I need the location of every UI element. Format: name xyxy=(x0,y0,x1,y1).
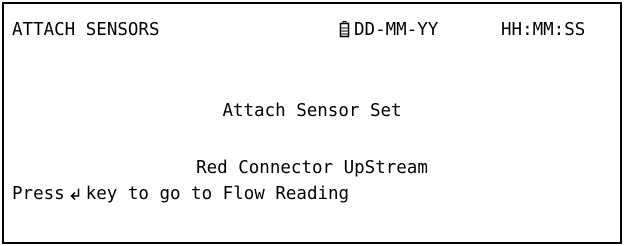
flow-reading-text: key to go to Flow Reading xyxy=(85,184,350,204)
time-display: HH:MM:SS xyxy=(501,20,586,40)
battery-icon xyxy=(339,21,350,38)
device-screen: ATTACH SENSORS DD-MM-YY HH:MM:SS Attach … xyxy=(2,2,622,244)
date-display: DD-MM-YY xyxy=(354,20,439,40)
attach-heading: Attach Sensor Set xyxy=(222,101,402,121)
flow-reading-instruction: Press key to go to Flow Reading xyxy=(12,184,349,204)
screen-title: ATTACH SENSORS xyxy=(12,20,160,40)
press-text: Press xyxy=(12,184,65,204)
enter-key-icon xyxy=(70,188,79,200)
connector-instruction: Red Connector UpStream xyxy=(196,158,428,178)
